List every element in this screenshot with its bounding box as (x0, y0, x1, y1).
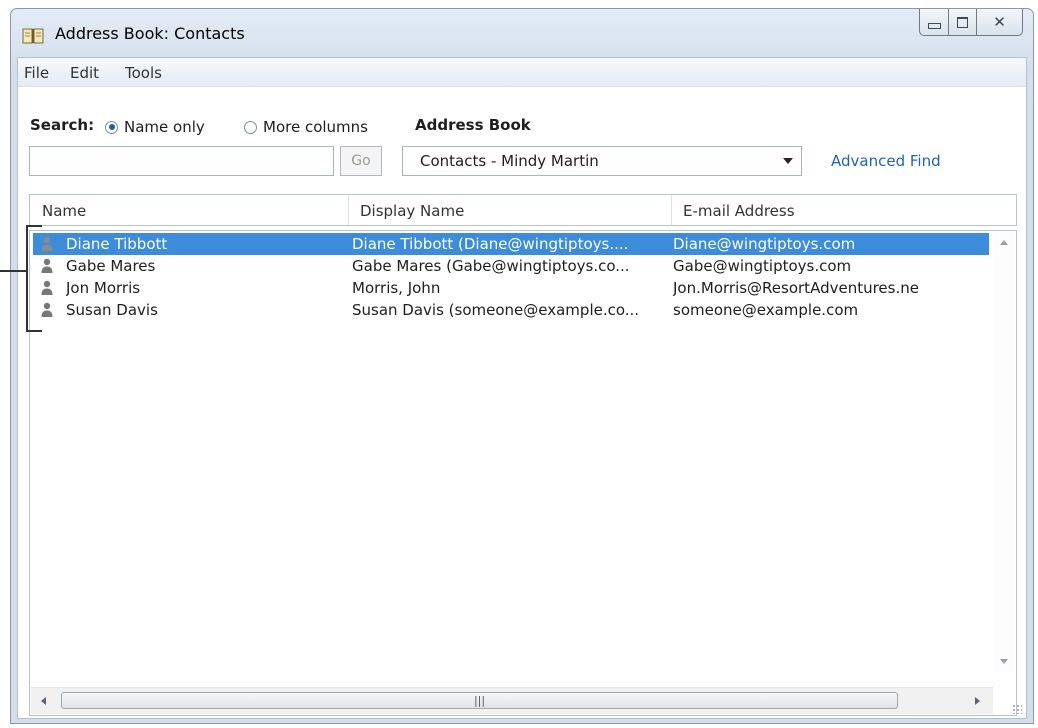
restore-icon (957, 16, 968, 28)
address-book-dropdown[interactable]: Contacts - Mindy Martin (402, 146, 802, 176)
scroll-left-icon[interactable] (41, 697, 46, 705)
menu-tools[interactable]: Tools (125, 64, 162, 82)
address-book-label: Address Book (415, 116, 531, 134)
scroll-up-icon[interactable] (1000, 240, 1008, 245)
column-divider[interactable] (671, 195, 672, 225)
contact-row[interactable]: Susan Davis Susan Davis (someone@example… (33, 299, 989, 321)
person-icon (41, 302, 53, 317)
contact-display-name: Gabe Mares (Gabe@wingtiptoys.co... (352, 257, 630, 275)
search-input[interactable] (29, 146, 334, 176)
radio-more-columns[interactable]: More columns (244, 118, 368, 136)
person-icon (41, 258, 53, 273)
menu-edit[interactable]: Edit (70, 64, 99, 82)
radio-name-only-label: Name only (124, 118, 205, 136)
address-book-window: Address Book: Contacts ✕ File Edit Tools… (10, 8, 1034, 724)
contact-display-name: Diane Tibbott (Diane@wingtiptoys.... (352, 235, 629, 253)
contact-row[interactable]: Jon Morris Morris, John Jon.Morris@Resor… (33, 277, 989, 299)
horizontal-scrollbar[interactable]: ||| (31, 687, 993, 714)
title-bar: Address Book: Contacts ✕ (11, 9, 1033, 59)
resize-grip-icon[interactable] (1012, 704, 1022, 714)
contact-email: Diane@wingtiptoys.com (673, 235, 856, 253)
scroll-down-icon[interactable] (1000, 659, 1008, 664)
contact-email: Gabe@wingtiptoys.com (673, 257, 852, 275)
client-area: File Edit Tools Search: Name only More c… (17, 57, 1027, 719)
close-icon: ✕ (993, 13, 1006, 31)
contact-email: Jon.Morris@ResortAdventures.ne (673, 279, 919, 297)
contact-row[interactable]: Gabe Mares Gabe Mares (Gabe@wingtiptoys.… (33, 255, 989, 277)
horizontal-scroll-thumb[interactable]: ||| (61, 692, 898, 709)
contact-email: someone@example.com (673, 301, 859, 319)
menu-bar: File Edit Tools (18, 58, 1026, 87)
restore-button[interactable] (949, 9, 977, 36)
contact-name: Diane Tibbott (66, 235, 168, 253)
window-title: Address Book: Contacts (55, 24, 245, 43)
grip-icon: ||| (473, 694, 486, 707)
minimize-icon (927, 23, 941, 29)
contact-name: Jon Morris (66, 279, 141, 297)
scroll-right-icon[interactable] (975, 697, 980, 705)
search-label: Search: (30, 116, 95, 134)
chevron-down-icon (783, 158, 793, 164)
column-header-name[interactable]: Name (42, 202, 86, 220)
address-book-selected: Contacts - Mindy Martin (420, 152, 599, 170)
contact-name: Gabe Mares (66, 257, 156, 275)
column-header-email[interactable]: E-mail Address (683, 202, 795, 220)
column-header: Name Display Name E-mail Address (29, 194, 1017, 226)
close-button[interactable]: ✕ (977, 9, 1023, 36)
radio-name-only[interactable]: Name only (105, 118, 205, 136)
menu-file[interactable]: File (24, 64, 49, 82)
contact-row[interactable]: Diane Tibbott Diane Tibbott (Diane@wingt… (33, 233, 989, 255)
column-divider[interactable] (348, 195, 349, 225)
callout-bracket (26, 225, 42, 332)
minimize-button[interactable] (919, 9, 949, 36)
person-icon (41, 236, 53, 251)
contact-display-name: Morris, John (352, 279, 441, 297)
contact-display-name: Susan Davis (someone@example.co... (352, 301, 640, 319)
radio-button-unchecked (244, 120, 257, 134)
go-button[interactable]: Go (340, 146, 382, 176)
callout-leader-line (0, 270, 26, 272)
caption-buttons: ✕ (919, 9, 1023, 37)
contacts-list: Diane Tibbott Diane Tibbott (Diane@wingt… (29, 230, 1017, 716)
vertical-scrollbar[interactable] (993, 232, 1015, 672)
radio-more-columns-label: More columns (263, 118, 368, 136)
radio-button-checked (105, 120, 118, 134)
address-book-icon (22, 28, 44, 44)
column-header-display-name[interactable]: Display Name (360, 202, 464, 220)
contact-name: Susan Davis (66, 301, 158, 319)
go-button-label: Go (351, 153, 371, 169)
person-icon (41, 280, 53, 295)
advanced-find-link[interactable]: Advanced Find (831, 152, 941, 170)
